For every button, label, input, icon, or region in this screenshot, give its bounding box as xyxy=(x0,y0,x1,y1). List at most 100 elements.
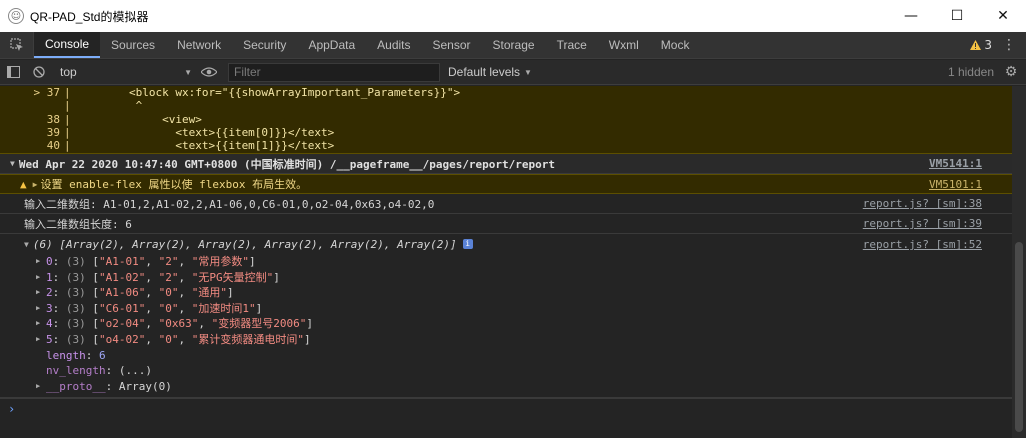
chevron-right-icon: ▶ xyxy=(36,257,41,265)
window-titlebar: ☺ QR-PAD_Std的模拟器 — ☐ ✕ xyxy=(0,0,1026,32)
warning-text: 设置 enable-flex 属性以使 flexbox 布局生效。 xyxy=(40,178,308,191)
chevron-down-icon: ▼ xyxy=(24,239,29,249)
array-proto-prop[interactable]: ▶ __proto__: Array(0) xyxy=(24,379,1012,395)
log-text: 输入二维数组: A1-01,2,A1-02,2,A1-06,0,C6-01,0,… xyxy=(24,197,435,211)
scrollbar-thumb[interactable] xyxy=(1015,242,1023,432)
tab-trace[interactable]: Trace xyxy=(546,32,598,58)
gutter-bar: | xyxy=(64,99,71,113)
item-value: "A1-06" xyxy=(99,286,146,300)
item-count: (3) xyxy=(65,255,86,268)
more-options-icon[interactable]: ⋮ xyxy=(1002,37,1016,53)
line-number: > 37 xyxy=(33,86,61,99)
array-item[interactable]: ▶ 3: (3) ["C6-01", "0", "加速时间1"] xyxy=(24,301,1012,317)
clear-console-icon[interactable] xyxy=(26,60,52,85)
app-icon: ☺ xyxy=(8,8,24,24)
window-title: QR-PAD_Std的模拟器 xyxy=(30,9,149,24)
console-warning: ▲ ▶ 设置 enable-flex 属性以使 flexbox 布局生效。 VM51… xyxy=(0,174,1012,194)
item-value: "2" xyxy=(158,270,179,284)
item-count: (3) xyxy=(65,332,86,346)
item-count: (3) xyxy=(65,317,86,331)
code-line: 40 | <text>{{item[1]}}</text> xyxy=(0,139,1012,152)
item-value: "0x63" xyxy=(158,317,199,331)
window-controls: — ☐ ✕ xyxy=(888,0,1026,32)
code-text: <view> xyxy=(76,112,202,126)
inspect-element-icon[interactable] xyxy=(0,32,34,58)
tab-sources[interactable]: Sources xyxy=(100,32,166,58)
tab-console[interactable]: Console xyxy=(34,32,101,58)
prop-value: Array(0) xyxy=(118,379,172,393)
array-length-prop: length: 6 xyxy=(46,348,106,362)
item-index: 1 xyxy=(46,270,53,284)
item-value: "加速时间1" xyxy=(191,301,256,315)
array-header[interactable]: ▼ (6) [Array(2), Array(2), Array(2), Arra… xyxy=(24,234,1012,254)
console-scrollbar[interactable] xyxy=(1012,86,1026,438)
item-value: "C6-01" xyxy=(99,301,146,315)
item-index: 5 xyxy=(46,332,53,346)
line-number: 39 xyxy=(46,125,60,139)
source-link[interactable]: VM5141:1 xyxy=(929,157,982,170)
group-title: Wed Apr 22 2020 10:47:40 GMT+0800 (中国标准时… xyxy=(18,157,556,171)
gutter-bar: | xyxy=(64,125,71,139)
gutter-bar: | xyxy=(64,112,71,126)
source-link[interactable]: report.js? [sm]:39 xyxy=(863,217,982,230)
array-item[interactable]: ▶ 5: (3) ["o4-02", "0", "累计变频器通电时间"] xyxy=(24,332,1012,348)
chevron-right-icon[interactable]: ▶ xyxy=(33,180,38,189)
console-toolbar: top ▼ Default levels ▼ 1 hidden ⚙ xyxy=(0,60,1026,85)
source-link[interactable]: report.js? [sm]:38 xyxy=(863,197,982,210)
item-index: 4 xyxy=(46,317,53,331)
warning-count: 3 xyxy=(984,38,992,52)
code-line: 39 | <text>{{item[0]}}</text> xyxy=(0,126,1012,139)
item-value: "通用" xyxy=(191,286,227,300)
console-log: 输入二维数组: A1-01,2,A1-02,2,A1-06,0,C6-01,0,… xyxy=(0,194,1012,214)
tab-storage[interactable]: Storage xyxy=(482,32,546,58)
gear-icon[interactable]: ⚙ xyxy=(1000,64,1022,80)
maximize-button[interactable]: ☐ xyxy=(934,0,980,32)
tab-appdata[interactable]: AppData xyxy=(297,32,366,58)
log-levels-label: Default levels xyxy=(448,65,521,79)
tab-security[interactable]: Security xyxy=(232,32,297,58)
item-value: "累计变频器通电时间" xyxy=(191,332,304,346)
chevron-down-icon: ▼ xyxy=(184,67,192,77)
tab-wxml[interactable]: Wxml xyxy=(598,32,650,58)
sidebar-toggle-icon[interactable] xyxy=(0,60,26,85)
code-line: 38 | <view> xyxy=(0,113,1012,126)
console-prompt[interactable]: › xyxy=(0,398,1012,418)
context-select[interactable]: top ▼ xyxy=(56,63,196,82)
chevron-down-icon: ▼ xyxy=(524,67,532,77)
filter-input[interactable] xyxy=(228,62,440,82)
console-group-header[interactable]: ▼ Wed Apr 22 2020 10:47:40 GMT+0800 (中国标准… xyxy=(0,154,1012,174)
chevron-right-icon: ▶ xyxy=(36,381,41,390)
console-output: > 37 | <block wx:for="{{showArrayImportan… xyxy=(0,86,1012,438)
source-link[interactable]: VM5101:1 xyxy=(929,178,982,191)
prop-key: nv_length xyxy=(46,364,106,378)
tab-network[interactable]: Network xyxy=(166,32,232,58)
minimize-button[interactable]: — xyxy=(888,0,934,32)
item-count: (3) xyxy=(65,286,86,300)
item-value: "o4-02" xyxy=(99,332,146,346)
log-levels-dropdown[interactable]: Default levels ▼ xyxy=(448,65,532,79)
close-button[interactable]: ✕ xyxy=(980,0,1026,32)
array-item[interactable]: ▶ 4: (3) ["o2-04", "0x63", "变频器型号2006"] xyxy=(24,316,1012,332)
tab-audits[interactable]: Audits xyxy=(366,32,421,58)
array-nvlength-prop[interactable]: nv_length: (...) xyxy=(24,363,1012,379)
tab-sensor[interactable]: Sensor xyxy=(422,32,482,58)
eye-icon[interactable] xyxy=(196,60,222,85)
warning-counter[interactable]: 3 xyxy=(970,38,992,52)
array-item[interactable]: ▶ 0: (3) ["A1-01", "2", "常用参数"] xyxy=(24,254,1012,270)
source-link[interactable]: report.js? [sm]:52 xyxy=(863,238,982,251)
array-summary: (6) [Array(2), Array(2), Array(2), Array… xyxy=(32,237,457,251)
warning-icon: ▲ xyxy=(20,177,27,191)
info-icon[interactable]: i xyxy=(462,239,473,249)
array-item[interactable]: ▶ 1: (3) ["A1-02", "2", "无PG矢量控制"] xyxy=(24,270,1012,286)
item-value: "2" xyxy=(158,255,179,268)
context-value: top xyxy=(60,65,77,79)
item-value: "0" xyxy=(158,301,179,315)
item-value: "o2-04" xyxy=(99,317,146,331)
chevron-right-icon: ▶ xyxy=(36,288,41,297)
item-count: (3) xyxy=(65,270,86,284)
tab-mock[interactable]: Mock xyxy=(650,32,701,58)
gutter-bar: | xyxy=(64,139,71,153)
line-number xyxy=(0,99,64,112)
array-item[interactable]: ▶ 2: (3) ["A1-06", "0", "通用"] xyxy=(24,285,1012,301)
item-value: "0" xyxy=(158,286,179,300)
